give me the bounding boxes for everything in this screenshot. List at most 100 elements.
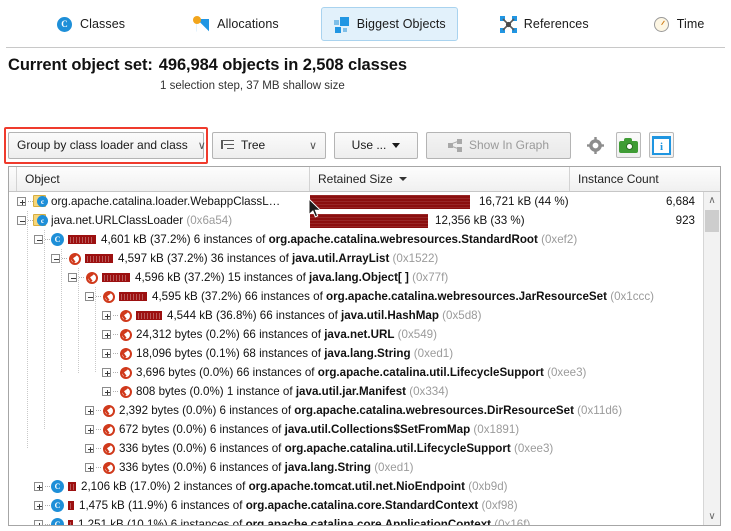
table-row[interactable]: 2,106 kB (17.0%) 2 instances of org.apac…	[9, 477, 720, 496]
collapse-toggle[interactable]	[34, 235, 43, 244]
show-in-graph-button[interactable]: Show In Graph	[426, 131, 571, 159]
expand-toggle[interactable]	[34, 520, 43, 525]
table-row[interactable]: 336 bytes (0.0%) 6 instances of org.apac…	[9, 439, 720, 458]
collapse-toggle[interactable]	[68, 273, 77, 282]
table-row[interactable]: 24,312 bytes (0.2%) 66 instances of java…	[9, 325, 720, 344]
expand-toggle[interactable]	[34, 501, 43, 510]
table-row[interactable]: 4,597 kB (37.2%) 36 instances of java.ut…	[9, 249, 720, 268]
time-icon	[653, 16, 670, 33]
expand-toggle[interactable]	[102, 368, 111, 377]
table-row[interactable]: 1,251 kB (10.1%) 6 instances of org.apac…	[9, 515, 720, 526]
view-mode-combo[interactable]: Tree ∨	[212, 131, 326, 159]
tab-classes-label: Classes	[80, 17, 126, 31]
table-row[interactable]: 4,596 kB (37.2%) 15 instances of java.la…	[9, 268, 720, 287]
expand-toggle[interactable]	[102, 330, 111, 339]
scroll-up-arrow-icon[interactable]: ∧	[704, 192, 720, 209]
info-icon: i	[652, 135, 671, 155]
instance-icon	[102, 442, 115, 455]
expand-toggle[interactable]	[85, 444, 94, 453]
view-mode-label: Tree	[241, 138, 266, 152]
objects-toolbar: Group by class loader and class ∨ Tree ∨…	[0, 126, 731, 164]
object-name: 3,696 bytes (0.0%) 66 instances of org.a…	[136, 366, 587, 379]
table-row[interactable]: 336 bytes (0.0%) 6 instances of java.lan…	[9, 458, 720, 477]
object-name: 2,106 kB (17.0%) 2 instances of org.apac…	[81, 480, 508, 493]
summary-label: Current object set:	[8, 56, 153, 74]
summary-detail: 1 selection step, 37 MB shallow size	[160, 80, 345, 92]
use-menu-button[interactable]: Use ...	[334, 131, 418, 159]
classes-icon	[56, 16, 73, 33]
references-icon	[499, 15, 517, 33]
class-icon	[51, 499, 64, 512]
retained-size-value: 16,721 kB (44 %)	[479, 195, 569, 208]
object-name: 4,544 kB (36.8%) 66 instances of java.ut…	[167, 309, 482, 322]
collapse-toggle[interactable]	[85, 292, 94, 301]
column-header-instance-count[interactable]: Instance Count	[570, 167, 720, 191]
table-body: c org.apache.catalina.loader.WebappClass…	[9, 192, 720, 525]
tab-classes[interactable]: Classes	[44, 7, 137, 41]
column-header-object[interactable]: Object	[17, 167, 310, 191]
vertical-scrollbar[interactable]: ∧ ∨	[703, 192, 720, 525]
expand-toggle[interactable]	[34, 482, 43, 491]
collapse-toggle[interactable]	[51, 254, 60, 263]
expand-toggle[interactable]	[85, 425, 94, 434]
biggest-objects-icon	[333, 16, 350, 33]
grouping-combo[interactable]: Group by class loader and class ∨	[8, 131, 206, 159]
snapshot-button[interactable]	[616, 132, 641, 158]
table-row[interactable]: 4,544 kB (36.8%) 66 instances of java.ut…	[9, 306, 720, 325]
table-row[interactable]: 1,475 kB (11.9%) 6 instances of org.apac…	[9, 496, 720, 515]
expand-toggle[interactable]	[102, 311, 111, 320]
scrollbar-thumb[interactable]	[705, 210, 719, 232]
table-row[interactable]: 3,696 bytes (0.0%) 66 instances of org.a…	[9, 363, 720, 382]
instance-icon	[119, 385, 132, 398]
object-name: 4,595 kB (37.2%) 66 instances of org.apa…	[152, 290, 655, 303]
instance-icon	[102, 290, 115, 303]
instance-icon	[102, 461, 115, 474]
table-row[interactable]: 2,392 bytes (0.0%) 6 instances of org.ap…	[9, 401, 720, 420]
table-row[interactable]: c java.net.URLClassLoader (0x6a54) 12,35…	[9, 211, 720, 230]
instance-icon	[119, 366, 132, 379]
tab-time[interactable]: Time	[641, 7, 717, 41]
object-name: 672 bytes (0.0%) 6 instances of java.uti…	[119, 423, 520, 436]
column-header-instance-count-label: Instance Count	[578, 172, 659, 186]
object-name: 4,597 kB (37.2%) 36 instances of java.ut…	[118, 252, 439, 265]
object-name: 1,251 kB (10.1%) 6 instances of org.apac…	[78, 518, 531, 526]
table-row[interactable]: 4,595 kB (37.2%) 66 instances of org.apa…	[9, 287, 720, 306]
chevron-down-icon: ∨	[197, 139, 206, 152]
column-header-retained-size[interactable]: Retained Size	[310, 167, 570, 191]
caret-down-icon	[392, 142, 401, 148]
expand-toggle[interactable]	[17, 197, 26, 206]
summary-headline: Current object set: 496,984 objects in 2,…	[0, 56, 731, 75]
instance-icon	[102, 423, 115, 436]
inline-size-bar	[119, 292, 147, 301]
object-name: 336 bytes (0.0%) 6 instances of org.apac…	[119, 442, 554, 455]
tab-references[interactable]: References	[488, 7, 601, 41]
column-header-object-label: Object	[25, 172, 60, 186]
tab-biggest-objects[interactable]: Biggest Objects	[320, 7, 458, 41]
table-row[interactable]: 4,601 kB (37.2%) 6 instances of org.apac…	[9, 230, 720, 249]
expand-toggle[interactable]	[102, 349, 111, 358]
info-button[interactable]: i	[649, 132, 674, 158]
table-row[interactable]: 18,096 bytes (0.1%) 68 instances of java…	[9, 344, 720, 363]
biggest-objects-panel: Classes Allocations Biggest Objects	[0, 0, 731, 531]
expand-toggle[interactable]	[102, 387, 111, 396]
mouse-cursor	[308, 197, 323, 219]
object-name: org.apache.catalina.loader.WebappClassLo…	[51, 195, 283, 208]
tab-biggest-objects-label: Biggest Objects	[356, 17, 446, 31]
gear-icon	[587, 136, 604, 154]
expand-toggle[interactable]	[85, 463, 94, 472]
tab-allocations[interactable]: Allocations	[181, 7, 291, 41]
settings-button[interactable]	[583, 132, 608, 158]
object-set-summary: Current object set: 496,984 objects in 2,…	[0, 56, 731, 92]
collapse-toggle[interactable]	[17, 216, 26, 225]
table-row[interactable]: 672 bytes (0.0%) 6 instances of java.uti…	[9, 420, 720, 439]
object-name: 808 bytes (0.0%) 1 instance of java.util…	[136, 385, 449, 398]
scroll-down-arrow-icon[interactable]: ∨	[704, 508, 720, 525]
tree-view-icon	[221, 139, 235, 152]
table-row[interactable]: c org.apache.catalina.loader.WebappClass…	[9, 192, 720, 211]
inline-size-bar	[102, 273, 130, 282]
view-tab-bar: Classes Allocations Biggest Objects	[0, 0, 731, 48]
table-row[interactable]: 808 bytes (0.0%) 1 instance of java.util…	[9, 382, 720, 401]
retained-size-value: 12,356 kB (33 %)	[435, 214, 525, 227]
expand-toggle[interactable]	[85, 406, 94, 415]
class-icon	[51, 233, 64, 246]
